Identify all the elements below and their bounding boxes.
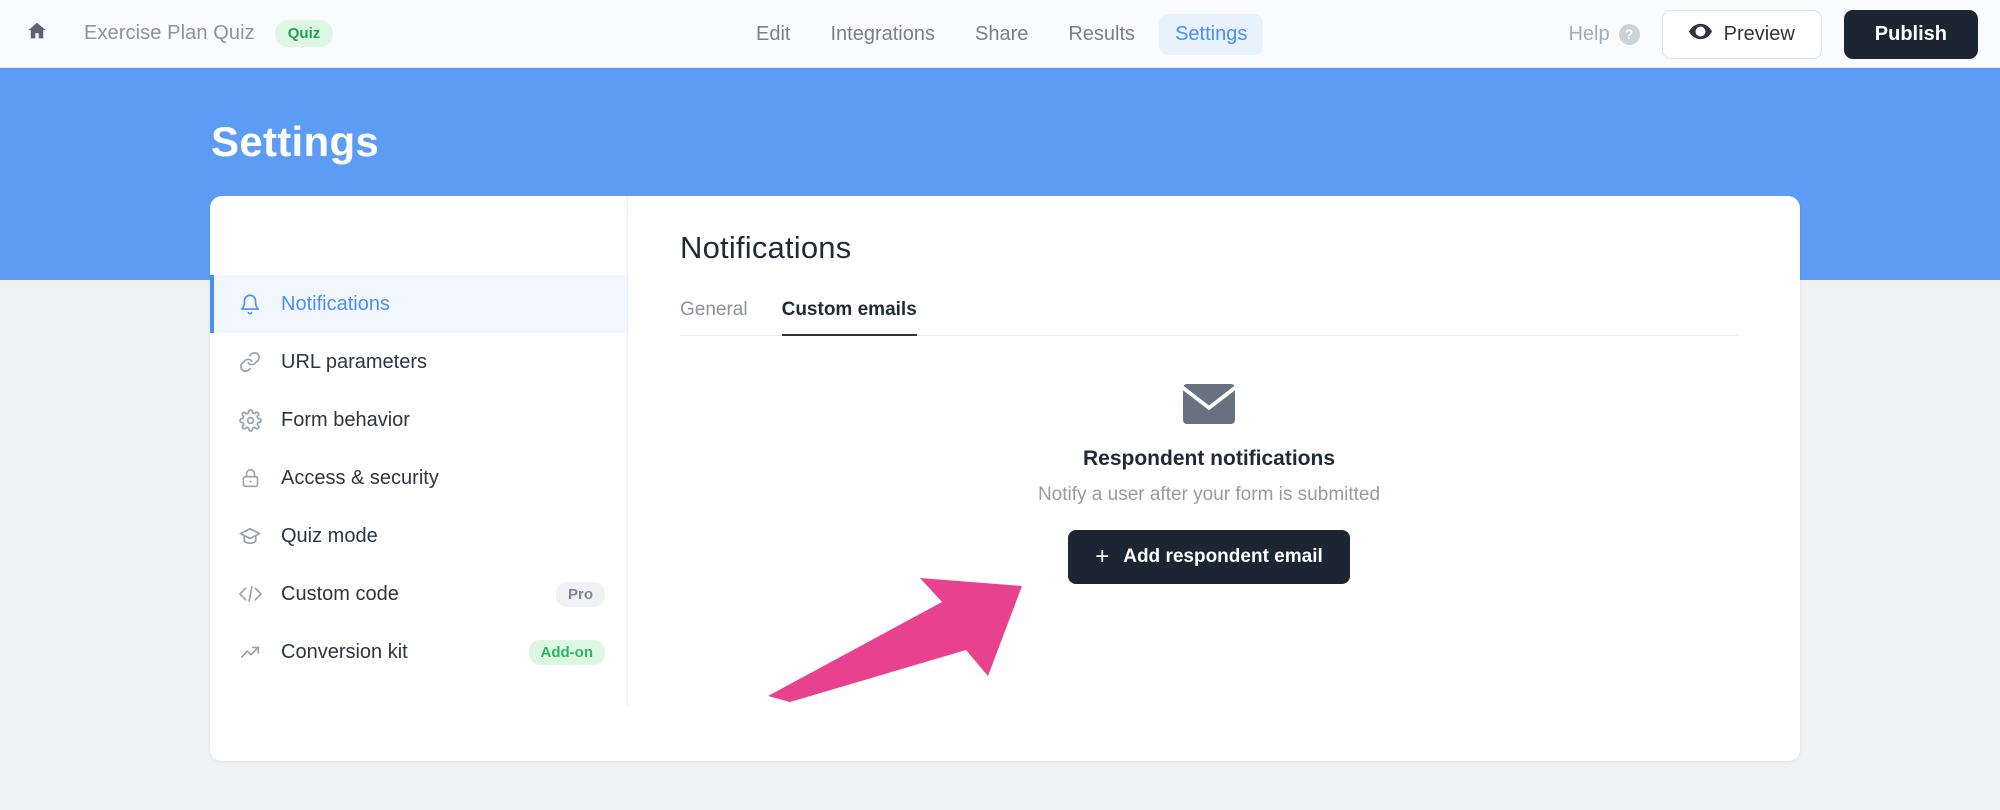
main-nav: Edit Integrations Share Results Settings [740,0,1264,68]
lock-icon [237,465,263,491]
trending-up-icon [237,639,263,665]
nav-item-settings[interactable]: Settings [1159,13,1264,55]
sidebar-item-access-security[interactable]: Access & security [210,449,627,507]
help-label: Help [1568,22,1610,45]
sidebar-badge-addon: Add-on [528,639,605,665]
empty-state-subtitle: Notify a user after your form is submitt… [1037,484,1381,505]
annotation-arrow [760,558,1060,708]
top-bar: Exercise Plan Quiz Quiz Edit Integration… [0,0,2000,68]
panel-title: Notifications [680,230,852,265]
home-icon [26,20,48,47]
link-icon [237,349,263,375]
sidebar-item-notifications[interactable]: Notifications [210,275,627,333]
sidebar-item-label: Custom code [281,582,399,605]
sidebar-item-conversion-kit[interactable]: Conversion kit Add-on [210,623,627,681]
envelope-icon [1183,384,1235,429]
gear-icon [237,407,263,433]
graduation-cap-icon [237,523,263,549]
settings-sidebar: Notifications URL parameters Form behavi… [210,196,628,706]
question-mark-circle-icon: ? [1618,23,1640,45]
plus-icon: + [1095,543,1110,570]
sidebar-item-label: Access & security [281,466,439,489]
eye-icon [1688,23,1712,46]
bell-icon [237,291,263,317]
notifications-tabs: General Custom emails [680,299,1738,336]
empty-state: Respondent notifications Notify a user a… [680,384,1738,584]
nav-item-integrations[interactable]: Integrations [814,14,951,55]
tab-general[interactable]: General [680,299,748,336]
sidebar-item-custom-code[interactable]: Custom code Pro [210,565,627,623]
nav-item-edit[interactable]: Edit [740,14,806,55]
help-button[interactable]: Help ? [1568,22,1640,46]
empty-state-title: Respondent notifications [1083,447,1335,470]
publish-button[interactable]: Publish [1843,9,1978,59]
nav-item-share[interactable]: Share [959,14,1044,55]
preview-label: Preview [1723,22,1795,45]
sidebar-item-quiz-mode[interactable]: Quiz mode [210,507,627,565]
home-button[interactable] [20,17,54,51]
add-respondent-email-button[interactable]: + Add respondent email [1068,530,1350,584]
nav-item-results[interactable]: Results [1052,14,1151,55]
preview-button[interactable]: Preview [1661,9,1822,59]
sidebar-item-label: Notifications [281,292,390,315]
sidebar-item-url-parameters[interactable]: URL parameters [210,333,627,391]
form-type-badge: Quiz [274,20,334,47]
form-title: Exercise Plan Quiz [84,22,255,44]
sidebar-item-label: Form behavior [281,408,410,431]
add-respondent-email-label: Add respondent email [1123,546,1323,567]
page-title: Settings [211,118,380,165]
code-brackets-icon [237,581,263,607]
sidebar-item-label: Conversion kit [281,640,408,663]
header-actions: Help ? Preview Publish [1568,0,1978,68]
sidebar-item-form-behavior[interactable]: Form behavior [210,391,627,449]
sidebar-item-label: Quiz mode [281,524,378,547]
tab-custom-emails[interactable]: Custom emails [781,299,917,336]
sidebar-item-label: URL parameters [281,350,427,373]
sidebar-badge-pro: Pro [555,581,605,607]
